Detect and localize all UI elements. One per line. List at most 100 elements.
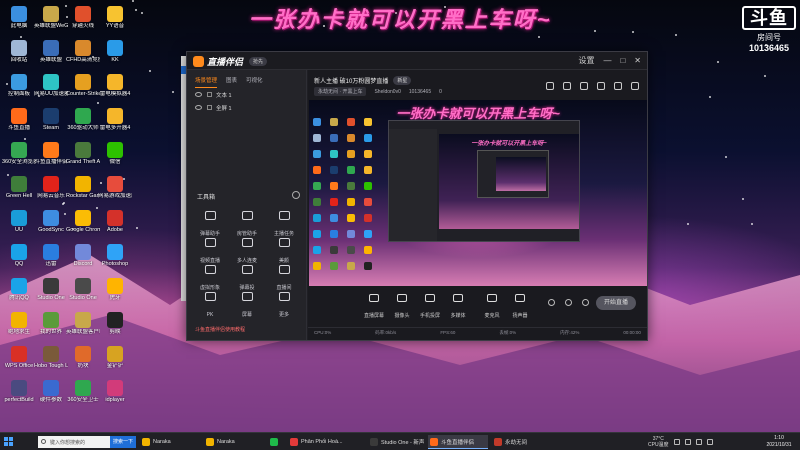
toolbox-item[interactable]: 直播间 bbox=[267, 265, 301, 291]
toolbox-item[interactable]: 虚拟形象 bbox=[193, 265, 227, 291]
phone-cast-button[interactable]: 手机投屏 bbox=[416, 294, 444, 322]
tab-visualize[interactable]: 可视化 bbox=[246, 76, 263, 88]
toolbox-item[interactable]: 更多 bbox=[267, 292, 301, 318]
toolbox-item[interactable]: 美颜 bbox=[267, 238, 301, 264]
desktop-icon[interactable]: 我的世界 bbox=[34, 312, 68, 348]
desktop-icon[interactable]: Adobe bbox=[98, 210, 132, 246]
desktop-icon[interactable]: 斗鱼直播 bbox=[2, 108, 36, 144]
taskbar-task[interactable]: Naraka bbox=[140, 435, 200, 449]
taskbar-search[interactable]: 键入你想搜索的 搜索一下 bbox=[38, 436, 136, 448]
desktop-icon[interactable]: 迅雷 bbox=[34, 244, 68, 280]
taskbar-task[interactable]: Phân Phối Hoà... bbox=[288, 435, 364, 449]
desktop-icon[interactable]: 网易游戏加速器 bbox=[98, 176, 132, 212]
speaker-button[interactable]: 扬声器 bbox=[506, 294, 534, 322]
eye-icon[interactable] bbox=[195, 92, 202, 97]
desktop-icon[interactable]: 网易UU加速器 bbox=[34, 74, 68, 110]
tab-scene-manager[interactable]: 场景管理 bbox=[195, 76, 218, 88]
start-stream-button[interactable]: 开始直播 bbox=[596, 296, 636, 310]
desktop-icon[interactable]: 虎牙 bbox=[98, 278, 132, 314]
desktop-icon[interactable]: 金铲铲 bbox=[98, 346, 132, 382]
input-method-icon[interactable] bbox=[706, 439, 713, 445]
weather-widget[interactable]: 37°C CPU温度 bbox=[648, 436, 669, 448]
toolbox-item[interactable]: 房管助手 bbox=[230, 211, 264, 237]
scene-item[interactable]: 全屏 1 bbox=[187, 101, 306, 114]
desktop-icon[interactable]: QQ bbox=[2, 244, 36, 280]
toolbox-item[interactable]: 弹幕投 bbox=[230, 265, 264, 291]
desktop-icon[interactable]: 穿越火线 bbox=[66, 6, 100, 42]
desktop-icon[interactable]: 剪映 bbox=[98, 312, 132, 348]
tab-charts[interactable]: 图表 bbox=[226, 76, 237, 88]
toolbox-item[interactable]: 主播任务 bbox=[267, 211, 301, 237]
desktop-icon[interactable]: 雷电多开器4 bbox=[98, 108, 132, 144]
notification-icon[interactable] bbox=[614, 82, 622, 90]
desktop-icon[interactable]: 控制面板 bbox=[2, 74, 36, 110]
desktop-icon[interactable]: Counter-Strike Global Off... bbox=[66, 74, 100, 110]
desktop-icon[interactable]: Rockstar Games... bbox=[66, 176, 100, 212]
stream-preview[interactable]: 一张办卡就可以开黑上车呀~ 一张办卡就可以开黑上车呀~ bbox=[309, 100, 647, 286]
windows-start-icon[interactable] bbox=[4, 437, 14, 447]
taskbar-task[interactable]: 斗鱼直播伴侣 bbox=[428, 435, 488, 449]
desktop-icon[interactable]: 雷电模拟器4 bbox=[98, 74, 132, 110]
gear-icon[interactable] bbox=[565, 299, 572, 306]
search-button[interactable]: 搜索一下 bbox=[110, 436, 136, 448]
screen-capture-button[interactable]: 直播屏幕 bbox=[360, 294, 388, 322]
volume-icon[interactable] bbox=[695, 439, 702, 445]
desktop-icon[interactable]: 网易云音乐 bbox=[34, 176, 68, 212]
desktop-icon[interactable]: perfectBuild bbox=[2, 380, 36, 416]
desktop-icon[interactable]: Studio One bbox=[34, 278, 68, 314]
desktop-icon[interactable]: 回收站 bbox=[2, 40, 36, 76]
desktop-icon[interactable]: 奶块 bbox=[66, 346, 100, 382]
desktop-icon[interactable]: KK bbox=[98, 40, 132, 76]
eye-icon[interactable] bbox=[195, 105, 202, 110]
record-icon[interactable] bbox=[548, 299, 555, 306]
toolbox-more-icon[interactable] bbox=[292, 191, 300, 199]
desktop-icon[interactable]: 英雄联盟 bbox=[34, 40, 68, 76]
tray-up-icon[interactable] bbox=[673, 439, 680, 445]
desktop-icon[interactable]: Google Chrome bbox=[66, 210, 100, 246]
desktop-icon[interactable]: 360安全卫士 bbox=[66, 380, 100, 416]
desktop-icon[interactable]: 斗鱼直播伴侣 bbox=[34, 142, 68, 178]
desktop-icon[interactable]: Steam bbox=[34, 108, 68, 144]
desktop-icon[interactable]: CFHD高清竞技大区 bbox=[66, 40, 100, 76]
desktop-icon[interactable]: Hobo Tough Life bbox=[34, 346, 68, 382]
share-out-icon[interactable] bbox=[631, 82, 639, 90]
desktop-icon[interactable]: 英雄联盟WeGame版 bbox=[34, 6, 68, 42]
microphone-button[interactable]: 麦克风 bbox=[478, 294, 506, 322]
taskbar-clock[interactable]: 1:10 2021/10/31 bbox=[762, 435, 796, 449]
network-icon[interactable] bbox=[684, 439, 691, 445]
desktop-icon[interactable]: 英雄联盟客户端 bbox=[66, 312, 100, 348]
desktop-icon[interactable]: 360安全浏览器 bbox=[2, 142, 36, 178]
message-icon[interactable] bbox=[597, 82, 605, 90]
screenshot-icon[interactable] bbox=[563, 82, 571, 90]
toolbox-item[interactable]: 屏幕 bbox=[230, 292, 264, 318]
version-badge[interactable]: 抢先 bbox=[249, 56, 268, 66]
desktop-icon[interactable]: Green Hell bbox=[2, 176, 36, 212]
media-button[interactable]: 多媒体 bbox=[444, 294, 472, 322]
desktop-icon[interactable]: Studio One bbox=[66, 278, 100, 314]
close-button[interactable]: ✕ bbox=[634, 55, 641, 67]
desktop-icon[interactable]: Photoshop bbox=[98, 244, 132, 280]
desktop-icon[interactable]: 绝地求生 bbox=[2, 312, 36, 348]
desktop-icon[interactable]: 微信 bbox=[98, 142, 132, 178]
desktop-icon[interactable]: Grand Theft Auto V bbox=[66, 142, 100, 178]
desktop-icon[interactable]: YY语音 bbox=[98, 6, 132, 42]
toolbox-item[interactable]: 弹幕助手 bbox=[193, 211, 227, 237]
help-icon[interactable] bbox=[582, 299, 589, 306]
desktop-icon[interactable]: 此电脑 bbox=[2, 6, 36, 42]
desktop-icon[interactable]: 360驱动大师 bbox=[66, 108, 100, 144]
maximize-button[interactable]: □ bbox=[620, 55, 625, 67]
toolbox-item[interactable]: PK bbox=[193, 292, 227, 318]
taskbar-task[interactable] bbox=[268, 435, 284, 449]
scene-item[interactable]: 文本 1 bbox=[187, 88, 306, 101]
settings-button[interactable]: 设置 bbox=[578, 55, 594, 67]
share-icon[interactable] bbox=[546, 82, 554, 90]
lock-icon[interactable] bbox=[580, 82, 588, 90]
desktop-icon[interactable]: WPS Office bbox=[2, 346, 36, 382]
room-category[interactable]: 永劫无间 · 开黑上车 bbox=[314, 87, 367, 96]
desktop-icon[interactable]: Discord bbox=[66, 244, 100, 280]
room-title[interactable]: 新人主播 破10万粉圆梦直播 bbox=[314, 76, 388, 85]
taskbar-task[interactable]: 永劫无间 bbox=[492, 435, 552, 449]
toolbox-item[interactable]: 多人连麦 bbox=[230, 238, 264, 264]
minimize-button[interactable]: — bbox=[603, 55, 611, 67]
taskbar-task[interactable]: Naraka bbox=[204, 435, 264, 449]
